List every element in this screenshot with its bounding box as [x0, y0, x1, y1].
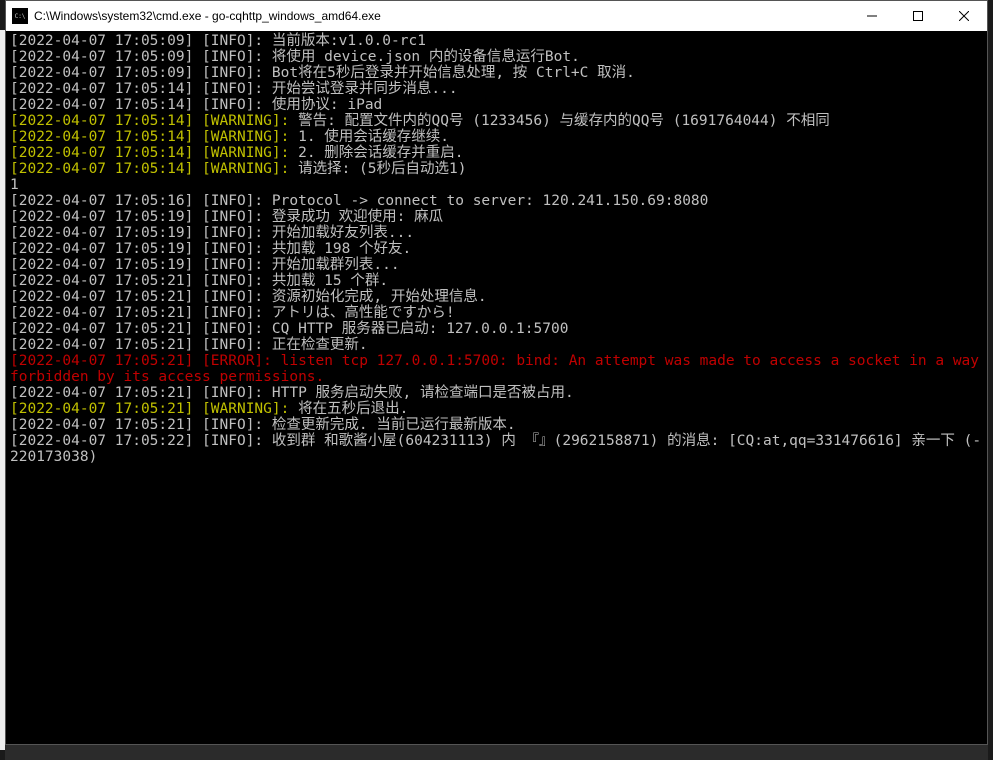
- log-message: 请选择: (5秒后自动选1): [298, 161, 466, 177]
- log-line: [2022-04-07 17:05:14] [WARNING]: 请选择: (5…: [10, 161, 985, 177]
- log-line: [2022-04-07 17:05:19] [INFO]: 共加载 198 个好…: [10, 241, 985, 257]
- log-prefix: [2022-04-07 17:05:19] [INFO]:: [10, 225, 272, 241]
- log-message: 使用协议: iPad: [272, 97, 382, 113]
- log-prefix: [2022-04-07 17:05:09] [INFO]:: [10, 33, 272, 49]
- log-prefix: [2022-04-07 17:05:21] [INFO]:: [10, 385, 272, 401]
- log-message: 登录成功 欢迎使用: 麻瓜: [272, 209, 443, 225]
- log-message: 开始尝试登录并同步消息...: [272, 81, 458, 97]
- log-line: [2022-04-07 17:05:14] [WARNING]: 1. 使用会话…: [10, 129, 985, 145]
- log-prefix: [2022-04-07 17:05:16] [INFO]:: [10, 193, 272, 209]
- close-icon: [959, 11, 969, 21]
- log-line: [2022-04-07 17:05:14] [INFO]: 使用协议: iPad: [10, 97, 985, 113]
- log-message: 正在检查更新.: [272, 337, 368, 353]
- log-message: CQ HTTP 服务器已启动: 127.0.0.1:5700: [272, 321, 569, 337]
- log-line: [2022-04-07 17:05:09] [INFO]: 当前版本:v1.0.…: [10, 33, 985, 49]
- log-message: 当前版本:v1.0.0-rc1: [272, 33, 426, 49]
- log-line: [2022-04-07 17:05:21] [WARNING]: 将在五秒后退出…: [10, 401, 985, 417]
- minimize-icon: [867, 11, 877, 21]
- log-prefix: [2022-04-07 17:05:14] [WARNING]:: [10, 113, 298, 129]
- background-bottom-strip: [5, 745, 988, 760]
- log-line: [2022-04-07 17:05:21] [INFO]: 共加载 15 个群.: [10, 273, 985, 289]
- log-line: [2022-04-07 17:05:19] [INFO]: 开始加载群列表...: [10, 257, 985, 273]
- log-prefix: [2022-04-07 17:05:21] [INFO]:: [10, 321, 272, 337]
- log-message: 警告: 配置文件内的QQ号 (1233456) 与缓存内的QQ号 (169176…: [298, 113, 830, 129]
- log-message: アトリは、高性能ですから!: [272, 305, 455, 321]
- log-prefix: [2022-04-07 17:05:14] [WARNING]:: [10, 129, 298, 145]
- log-message: Protocol -> connect to server: 120.241.1…: [272, 193, 709, 209]
- log-line: [2022-04-07 17:05:16] [INFO]: Protocol -…: [10, 193, 985, 209]
- log-prefix: [2022-04-07 17:05:14] [INFO]:: [10, 81, 272, 97]
- log-prefix: [2022-04-07 17:05:19] [INFO]:: [10, 257, 272, 273]
- cmd-icon: [12, 8, 28, 24]
- minimize-button[interactable]: [849, 1, 895, 31]
- log-line: [2022-04-07 17:05:19] [INFO]: 开始加载好友列表..…: [10, 225, 985, 241]
- log-prefix: [2022-04-07 17:05:21] [INFO]:: [10, 417, 272, 433]
- window-title: C:\Windows\system32\cmd.exe - go-cqhttp_…: [34, 9, 849, 23]
- log-prefix: [2022-04-07 17:05:14] [INFO]:: [10, 97, 272, 113]
- log-line: [2022-04-07 17:05:21] [INFO]: 资源初始化完成, 开…: [10, 289, 985, 305]
- cmd-window: C:\Windows\system32\cmd.exe - go-cqhttp_…: [5, 0, 988, 745]
- log-prefix: [2022-04-07 17:05:21] [INFO]:: [10, 273, 272, 289]
- log-prefix: [2022-04-07 17:05:09] [INFO]:: [10, 49, 272, 65]
- log-message: 将使用 device.json 内的设备信息运行Bot.: [272, 49, 580, 65]
- titlebar[interactable]: C:\Windows\system32\cmd.exe - go-cqhttp_…: [6, 1, 987, 31]
- log-prefix: [2022-04-07 17:05:19] [INFO]:: [10, 241, 272, 257]
- log-message: HTTP 服务启动失败, 请检查端口是否被占用.: [272, 385, 574, 401]
- log-line: [2022-04-07 17:05:14] [WARNING]: 2. 删除会话…: [10, 145, 985, 161]
- log-prefix: [2022-04-07 17:05:21] [INFO]:: [10, 337, 272, 353]
- log-prefix: [2022-04-07 17:05:14] [WARNING]:: [10, 161, 298, 177]
- log-line: 1: [10, 177, 985, 193]
- log-prefix: [2022-04-07 17:05:14] [WARNING]:: [10, 145, 298, 161]
- log-line: [2022-04-07 17:05:21] [INFO]: 检查更新完成. 当前…: [10, 417, 985, 433]
- log-line: [2022-04-07 17:05:09] [INFO]: 将使用 device…: [10, 49, 985, 65]
- log-message: 开始加载好友列表...: [272, 225, 414, 241]
- log-prefix: [2022-04-07 17:05:21] [ERROR]:: [10, 353, 281, 369]
- log-line: [2022-04-07 17:05:19] [INFO]: 登录成功 欢迎使用:…: [10, 209, 985, 225]
- log-line: [2022-04-07 17:05:21] [INFO]: アトリは、高性能です…: [10, 305, 985, 321]
- log-message: 共加载 198 个好友.: [272, 241, 411, 257]
- log-prefix: [2022-04-07 17:05:19] [INFO]:: [10, 209, 272, 225]
- log-prefix: [2022-04-07 17:05:22] [INFO]:: [10, 433, 272, 449]
- terminal-output[interactable]: [2022-04-07 17:05:09] [INFO]: 当前版本:v1.0.…: [6, 31, 987, 744]
- maximize-button[interactable]: [895, 1, 941, 31]
- log-line: [2022-04-07 17:05:22] [INFO]: 收到群 和歌酱小屋(…: [10, 433, 985, 465]
- log-message: 资源初始化完成, 开始处理信息.: [272, 289, 487, 305]
- close-button[interactable]: [941, 1, 987, 31]
- log-line: [2022-04-07 17:05:21] [INFO]: HTTP 服务启动失…: [10, 385, 985, 401]
- log-message: 共加载 15 个群.: [272, 273, 388, 289]
- log-line: [2022-04-07 17:05:21] [ERROR]: listen tc…: [10, 353, 985, 385]
- maximize-icon: [913, 11, 923, 21]
- log-message: 1. 使用会话缓存继续.: [298, 129, 449, 145]
- log-message: Bot将在5秒后登录并开始信息处理, 按 Ctrl+C 取消.: [272, 65, 635, 81]
- log-line: [2022-04-07 17:05:14] [WARNING]: 警告: 配置文…: [10, 113, 985, 129]
- log-message: 开始加载群列表...: [272, 257, 400, 273]
- log-line: [2022-04-07 17:05:09] [INFO]: Bot将在5秒后登录…: [10, 65, 985, 81]
- log-line: [2022-04-07 17:05:21] [INFO]: CQ HTTP 服务…: [10, 321, 985, 337]
- log-line: [2022-04-07 17:05:21] [INFO]: 正在检查更新.: [10, 337, 985, 353]
- log-message: 将在五秒后退出.: [298, 401, 408, 417]
- window-buttons: [849, 1, 987, 31]
- log-prefix: [2022-04-07 17:05:21] [INFO]:: [10, 289, 272, 305]
- log-prefix: [2022-04-07 17:05:21] [WARNING]:: [10, 401, 298, 417]
- log-message: 检查更新完成. 当前已运行最新版本.: [272, 417, 516, 433]
- log-message: 2. 删除会话缓存并重启.: [298, 145, 463, 161]
- log-prefix: [2022-04-07 17:05:09] [INFO]:: [10, 65, 272, 81]
- log-line: [2022-04-07 17:05:14] [INFO]: 开始尝试登录并同步消…: [10, 81, 985, 97]
- log-prefix: [2022-04-07 17:05:21] [INFO]:: [10, 305, 272, 321]
